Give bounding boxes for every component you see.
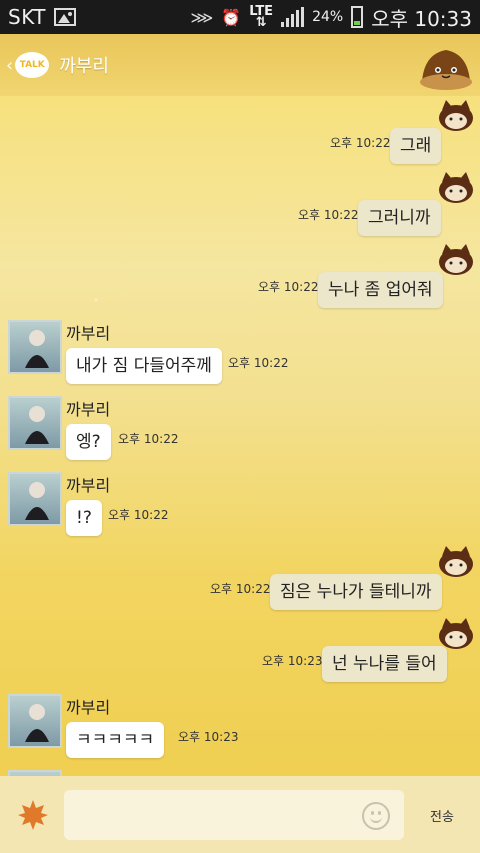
message-time: 오후 10:22 — [258, 280, 319, 294]
sent-message-bubble[interactable]: 그래 — [390, 128, 442, 164]
message-time: 오후 10:23 — [262, 654, 323, 668]
sent-message-bubble[interactable]: 넌 누나를 들어 — [322, 646, 447, 682]
friend-avatar[interactable] — [8, 320, 62, 374]
chat-header: ‹ TALK 까부리 — [0, 34, 480, 96]
chestnut-character-icon — [420, 50, 472, 90]
my-avatar-icon[interactable] — [438, 100, 474, 132]
carrier-label: SKT — [8, 5, 46, 29]
signal-icon — [281, 7, 305, 27]
chat-area[interactable]: 오후 10:22 그래 오후 10:22 그러니까 오후 10:22 누나 좀 … — [0, 96, 480, 776]
back-chevron-icon[interactable]: ‹ — [6, 55, 13, 76]
maple-leaf-icon[interactable] — [16, 798, 50, 832]
message-time: 오후 10:22 — [210, 582, 271, 596]
friend-name: 까부리 — [66, 400, 111, 419]
message-time: 오후 10:22 — [298, 208, 359, 222]
friend-name: 까부리 — [66, 698, 111, 717]
friend-avatar[interactable] — [8, 396, 62, 450]
received-message-bubble[interactable]: !? — [66, 500, 102, 536]
chat-title: 까부리 — [59, 56, 109, 77]
my-avatar-icon[interactable] — [438, 172, 474, 204]
message-time: 오후 10:22 — [108, 508, 169, 522]
friend-avatar[interactable] — [8, 472, 62, 526]
my-avatar-icon[interactable] — [438, 244, 474, 276]
message-input-bar: 전송 — [0, 776, 480, 853]
mute-icon: ⋙ — [190, 7, 214, 27]
my-avatar-icon[interactable] — [438, 546, 474, 578]
message-time: 오후 10:23 — [178, 730, 239, 744]
emoticon-icon[interactable] — [362, 802, 390, 830]
my-avatar-icon[interactable] — [438, 618, 474, 650]
talk-logo[interactable]: TALK — [15, 52, 50, 78]
lte-icon: LTE ⇅ — [249, 4, 274, 30]
image-notification-icon — [53, 8, 76, 26]
friend-name: 까부리 — [66, 324, 111, 343]
battery-percent: 24% — [312, 9, 344, 25]
message-input[interactable] — [64, 790, 404, 840]
sent-message-bubble[interactable]: 짐은 누나가 들테니까 — [270, 574, 442, 610]
send-button[interactable]: 전송 — [430, 806, 454, 825]
message-time: 오후 10:22 — [228, 356, 289, 370]
message-time: 오후 10:22 — [330, 136, 391, 150]
battery-icon — [351, 6, 364, 28]
received-message-bubble[interactable]: 엥? — [66, 424, 111, 460]
status-bar: SKT ⋙ ⏰ LTE ⇅ 24% 오후 10:33 — [0, 0, 480, 34]
clock: 오후 10:33 — [371, 6, 472, 31]
friend-avatar[interactable] — [8, 694, 62, 748]
friend-name: 까부리 — [66, 476, 111, 495]
sent-message-bubble[interactable]: 누나 좀 업어줘 — [318, 272, 443, 308]
message-time: 오후 10:22 — [118, 432, 179, 446]
received-message-bubble[interactable]: 내가 짐 다들어주께 — [66, 348, 222, 384]
received-message-bubble[interactable]: ㅋㅋㅋㅋㅋ — [66, 722, 165, 758]
alarm-icon: ⏰ — [221, 7, 242, 27]
sent-message-bubble[interactable]: 그러니까 — [358, 200, 441, 236]
